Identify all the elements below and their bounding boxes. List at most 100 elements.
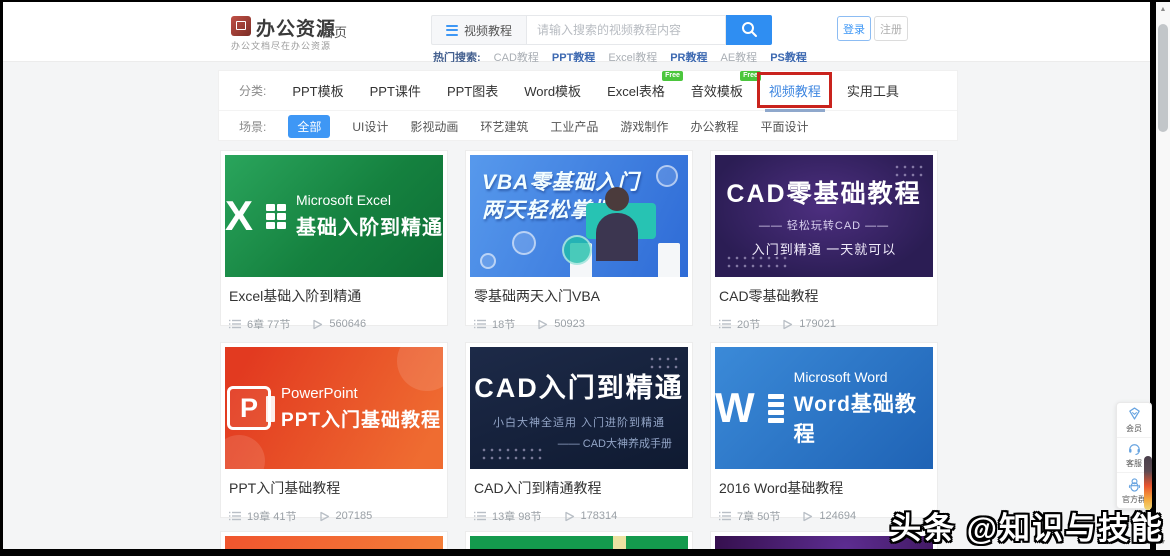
decor-circle [562,235,592,265]
course-meta: 19章 41节 [247,511,297,523]
category-label: 分类: [239,84,267,98]
scene-tab-game[interactable]: 游戏制作 [620,118,668,135]
person-graphic [605,187,629,211]
course-views: 179021 [799,318,836,330]
course-card-cad-zero[interactable]: CAD零基础教程 —— 轻松玩转CAD —— 入门到精通 一天就可以 CAD零基… [710,150,938,331]
search-icon [740,20,758,41]
scene-tab-film[interactable]: 影视动画 [410,118,458,135]
scene-tab-office[interactable]: 办公教程 [690,118,738,135]
thumb-subline: —— 轻松玩转CAD —— [758,220,890,232]
category-tab-word-template[interactable]: Word模板 [524,81,581,100]
search-button[interactable] [726,15,772,45]
play-icon [803,511,813,521]
course-card-excel[interactable]: X Microsoft Excel 基础入阶到精通 Excel基础入阶到精通 6… [220,150,448,331]
dots-decor [893,163,923,178]
course-thumbnail [225,536,443,549]
course-title: CAD零基础教程 [719,288,819,304]
vip-gem-icon [1128,407,1140,420]
course-stats: 6章 77节 560646 [229,316,439,332]
course-row: X Microsoft Excel 基础入阶到精通 Excel基础入阶到精通 6… [220,150,938,331]
site-logo-icon [231,16,251,36]
category-tab-ppt-chart[interactable]: PPT图表 [447,81,498,100]
course-stats: 18节 50923 [474,316,684,332]
free-badge: Free [740,71,761,82]
course-title: Excel基础入阶到精通 [229,288,362,304]
chapters-icon [474,319,486,329]
search-category-dropdown[interactable]: 视频教程 [431,15,526,45]
decor-circle [656,165,678,187]
pen-graphic [1144,456,1152,510]
course-meta: 20节 [737,319,761,331]
site-header: 办公资源 办公文档尽在办公资源 首页 视频教程 热门搜索: CAD教程 PPT教… [3,2,1150,64]
member-label: 会员 [1126,424,1142,433]
course-views: 178314 [580,510,618,522]
vertical-scrollbar[interactable]: ▲ ▼ [1156,2,1170,550]
screenshot-frame: 办公资源 办公文档尽在办公资源 首页 视频教程 热门搜索: CAD教程 PPT教… [0,0,1170,556]
course-stats: 20节 179021 [719,316,929,332]
spreadsheet-grid-icon [266,203,287,229]
category-tab-tools[interactable]: 实用工具 [847,81,899,100]
category-tab-excel-template[interactable]: Excel表格 Free [607,71,683,100]
login-button[interactable]: 登录 [837,16,871,41]
qq-penguin-icon [1128,477,1140,492]
course-thumbnail: P PowerPoint PPT入门基础教程 [225,347,443,469]
course-card-partial[interactable] [220,531,448,549]
category-tab-label: 音效模板 [690,84,743,99]
course-card-cad-master[interactable]: CAD入门到精通 小白大神全适用 入门进阶到精通 —— CAD大神养成手册 CA… [465,342,693,523]
course-thumbnail: CAD零基础教程 —— 轻松玩转CAD —— 入门到精通 一天就可以 [715,155,933,277]
scroll-up-arrow[interactable]: ▲ [1156,6,1170,13]
course-card-vba[interactable]: VBA零基础入门 两天轻松掌握 零基础两天入门VBA 18节 50923 [465,150,693,331]
course-stats: 13章 98节 178314 [474,508,684,524]
category-tab-video-tutorial[interactable]: 视频教程 [756,72,832,112]
watermark-text: 头条 @知识与技能 [890,511,1164,546]
category-tab-sound-template[interactable]: 音效模板 Free [690,71,761,100]
nav-home-link[interactable]: 首页 [321,22,347,41]
logo-letter: P [240,392,259,423]
thumb-subline: —— CAD大神养成手册 [557,437,672,450]
thumb-heading: CAD零基础教程 [726,180,922,208]
category-tab-ppt-courseware[interactable]: PPT课件 [370,81,421,100]
decor-circle [512,231,536,255]
excel-logo-icon: X [225,192,254,239]
course-card-partial[interactable] [465,531,693,549]
dots-decor [725,254,789,269]
customer-service-label: 客服 [1126,459,1142,468]
category-tab-ppt-template[interactable]: PPT模板 [292,81,343,100]
play-icon [783,319,793,329]
course-meta: 13章 98节 [492,511,542,523]
course-views: 50923 [554,318,585,330]
course-card-ppt[interactable]: P PowerPoint PPT入门基础教程 PPT入门基础教程 19章 41节… [220,342,448,523]
person-graphic [596,213,638,261]
scene-tab-industrial[interactable]: 工业产品 [550,118,598,135]
document-lines-icon [767,393,784,423]
chapters-icon [229,319,241,329]
scene-tab-ui[interactable]: UI设计 [352,118,388,135]
main-content: 分类: PPT模板 PPT课件 PPT图表 Word模板 Excel表格 Fre… [3,62,1150,549]
search-category-label: 视频教程 [463,23,512,38]
course-views: 124694 [819,510,857,522]
scene-filter-row: 场景: 全部 UI设计 影视动画 环艺建筑 工业产品 游戏制作 办公教程 平面设… [219,111,957,141]
course-title: CAD入门到精通教程 [474,480,602,496]
play-icon [313,319,323,329]
search-input[interactable] [526,15,726,45]
scene-tab-graphic[interactable]: 平面设计 [760,118,808,135]
scene-tab-all[interactable]: 全部 [288,114,331,138]
scrollbar-thumb[interactable] [1158,24,1168,132]
decor-circle [480,253,496,269]
thumb-heading: 基础入阶到精通 [296,217,443,239]
course-card-word[interactable]: W Microsoft Word Word基础教程 2016 Word基础教程 … [710,342,938,523]
category-tab-label: Excel表格 [607,84,665,99]
free-badge: Free [662,71,683,82]
menu-icon [445,24,458,36]
decor-circle [225,435,265,469]
course-thumbnail: VBA零基础入门 两天轻松掌握 [470,155,688,277]
course-meta: 6章 77节 [247,319,291,331]
member-button[interactable]: 会员 [1117,403,1151,438]
chapters-icon [229,511,241,521]
register-button[interactable]: 注册 [874,16,908,41]
scene-tab-architecture[interactable]: 环艺建筑 [480,118,528,135]
course-title: 零基础两天入门VBA [474,288,601,304]
active-tab-underline [764,109,825,112]
course-thumbnail: CAD入门到精通 小白大神全适用 入门进阶到精通 —— CAD大神养成手册 [470,347,688,469]
headset-icon [1128,444,1140,456]
